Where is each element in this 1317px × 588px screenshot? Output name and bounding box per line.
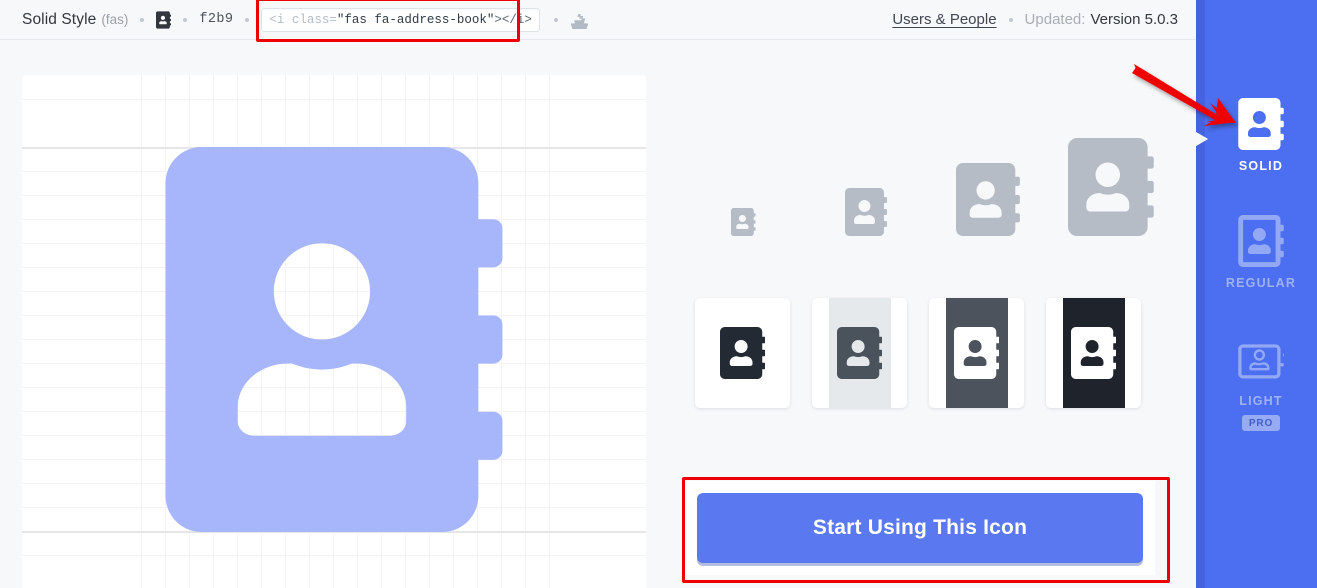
address-book-icon-regular bbox=[1238, 215, 1284, 267]
code-snippet-input[interactable]: <i class= "fas fa-address-book" ></i> bbox=[261, 7, 540, 32]
address-book-icon-md bbox=[956, 163, 1021, 236]
preview-address-book-icon bbox=[165, 147, 503, 532]
style-option-regular[interactable]: REGULAR bbox=[1205, 215, 1317, 290]
separator-dot bbox=[553, 17, 558, 22]
style-label-light: LIGHT bbox=[1239, 394, 1283, 408]
cta-zone: Start Using This Icon bbox=[685, 481, 1155, 575]
swatch-dark-gray[interactable] bbox=[929, 298, 1024, 408]
page-title: Solid Style bbox=[22, 10, 97, 28]
style-option-light[interactable]: LIGHT PRO bbox=[1205, 333, 1317, 431]
style-label-regular: REGULAR bbox=[1225, 276, 1297, 290]
start-using-this-icon-button[interactable]: Start Using This Icon bbox=[697, 493, 1143, 563]
code-close: ></i> bbox=[494, 12, 532, 27]
address-book-icon-xs bbox=[731, 208, 756, 236]
page-header: Solid Style (fas) f2b9 <i class= "fas fa-… bbox=[0, 0, 1196, 42]
address-book-icon bbox=[156, 10, 172, 29]
separator-dot bbox=[1008, 17, 1013, 22]
swatch-black[interactable] bbox=[1046, 298, 1141, 408]
color-swatch-row bbox=[695, 298, 1141, 408]
address-book-icon-lg bbox=[1067, 138, 1154, 236]
swatch-white[interactable] bbox=[695, 298, 790, 408]
address-book-icon bbox=[719, 327, 766, 379]
size-preview-row bbox=[682, 96, 1172, 236]
style-label-solid: SOLID bbox=[1238, 159, 1284, 173]
swatch-light-gray[interactable] bbox=[812, 298, 907, 408]
icon-details-column: Start Using This Icon bbox=[660, 40, 1196, 588]
code-class-value: "fas fa-address-book" bbox=[336, 12, 495, 27]
style-prefix-label: (fas) bbox=[101, 12, 129, 27]
address-book-icon bbox=[1070, 327, 1117, 379]
code-open: <i class= bbox=[269, 12, 337, 27]
address-book-icon-light bbox=[1238, 344, 1284, 379]
icon-preview-card bbox=[22, 75, 646, 588]
header-right-group: Users & People Updated: Version 5.0.3 bbox=[892, 11, 1196, 28]
header-left-group: Solid Style (fas) f2b9 <i class= "fas fa-… bbox=[0, 0, 589, 42]
address-book-icon-sm bbox=[844, 188, 887, 236]
download-icon[interactable] bbox=[570, 10, 589, 29]
unicode-value: f2b9 bbox=[199, 12, 234, 27]
size-item bbox=[927, 163, 1050, 236]
annotation-arrow bbox=[1132, 64, 1236, 126]
pro-badge: PRO bbox=[1241, 415, 1281, 431]
size-item bbox=[682, 208, 805, 236]
updated-label: Updated: bbox=[1024, 11, 1086, 28]
updated-version: Version 5.0.3 bbox=[1090, 11, 1178, 28]
separator-dot bbox=[140, 17, 145, 22]
icon-detail-page: Solid Style (fas) f2b9 <i class= "fas fa-… bbox=[0, 0, 1317, 588]
size-item bbox=[805, 188, 928, 236]
code-snippet-wrapper: <i class= "fas fa-address-book" ></i> bbox=[256, 0, 540, 42]
address-book-icon bbox=[953, 327, 1000, 379]
address-book-icon bbox=[836, 327, 883, 379]
category-link[interactable]: Users & People bbox=[892, 11, 996, 28]
separator-dot bbox=[183, 17, 188, 22]
size-item bbox=[1050, 138, 1173, 236]
separator-dot bbox=[245, 17, 250, 22]
